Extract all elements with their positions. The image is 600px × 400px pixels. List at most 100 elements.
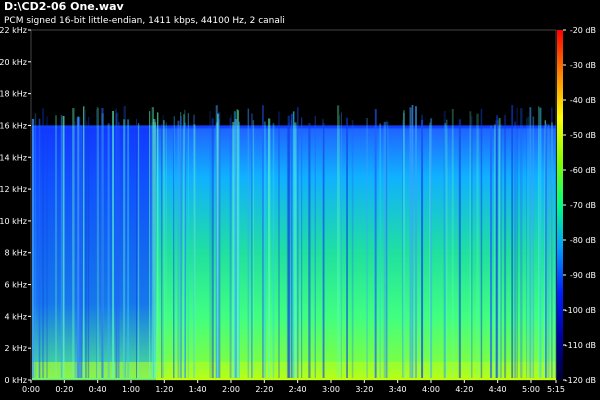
streak xyxy=(234,119,238,378)
streak xyxy=(403,110,405,378)
streak xyxy=(383,121,387,379)
streak xyxy=(555,125,557,378)
streak xyxy=(60,115,63,378)
streak xyxy=(252,120,255,378)
time-tick-label: 1:20 xyxy=(155,385,173,394)
time-tick-label: 3:20 xyxy=(355,385,373,394)
streak xyxy=(287,115,290,378)
streak xyxy=(86,120,88,379)
streak xyxy=(511,105,514,378)
streak xyxy=(451,109,454,378)
streak xyxy=(96,109,98,378)
streak xyxy=(351,120,354,378)
db-tick-label: -80 dB xyxy=(570,236,596,245)
streak xyxy=(55,115,57,379)
streak xyxy=(296,107,299,379)
streak xyxy=(77,116,80,378)
time-axis: 0:00 0:20 0:40 1:00 1:20 1:40 2:00 2:20 2:40 3:00… xyxy=(22,380,565,394)
db-tick-label: -40 dB xyxy=(570,96,596,105)
time-tick-label: 0:00 xyxy=(22,385,40,394)
streak xyxy=(301,117,303,379)
streak xyxy=(209,111,211,378)
streak xyxy=(292,111,295,379)
streak xyxy=(161,124,163,378)
streak xyxy=(458,119,461,379)
streak xyxy=(112,111,114,378)
streak xyxy=(497,120,499,379)
db-tick-label: -120 dB xyxy=(565,376,596,385)
streak xyxy=(272,123,275,378)
db-tick-label: -70 dB xyxy=(570,201,596,210)
freq-tick-label: 6 kHz xyxy=(5,281,27,290)
streak xyxy=(137,123,140,378)
streak xyxy=(532,116,535,379)
time-tick-label: 1:00 xyxy=(122,385,140,394)
streak xyxy=(32,118,35,379)
streak xyxy=(118,122,120,378)
time-tick-label: 4:20 xyxy=(455,385,473,394)
streak xyxy=(421,114,423,378)
time-tick-label: 1:40 xyxy=(189,385,207,394)
streak xyxy=(193,124,196,378)
streak xyxy=(366,118,368,378)
freq-tick-label: 14 kHz xyxy=(0,153,27,162)
time-tick-label: 4:00 xyxy=(422,385,440,394)
streak xyxy=(229,118,231,378)
streak xyxy=(151,107,154,378)
db-color-scale xyxy=(557,30,563,380)
freq-tick-label: 20 kHz xyxy=(0,58,27,67)
streak xyxy=(80,125,83,378)
streak xyxy=(115,108,117,378)
streak xyxy=(538,106,540,378)
streak xyxy=(107,123,110,378)
streak xyxy=(520,108,523,378)
time-tick-label: 2:20 xyxy=(255,385,273,394)
streak xyxy=(183,114,185,378)
streak xyxy=(471,116,473,379)
streak xyxy=(527,116,529,379)
db-axis: -20 dB -30 dB -40 dB -50 dB -60 dB -70 dB -80 … xyxy=(563,26,596,385)
streak xyxy=(136,118,137,379)
streak xyxy=(476,113,479,378)
streak xyxy=(88,116,90,379)
streak xyxy=(337,105,340,379)
streak xyxy=(34,113,37,379)
streak xyxy=(545,123,547,378)
db-tick-label: -90 dB xyxy=(570,271,596,280)
streak xyxy=(268,118,271,378)
streak xyxy=(490,125,493,379)
streak xyxy=(445,119,448,378)
streak xyxy=(177,120,180,378)
streak xyxy=(278,111,280,378)
streak xyxy=(211,118,214,379)
streak xyxy=(480,108,483,379)
streak xyxy=(123,119,126,379)
streak xyxy=(218,111,221,379)
time-tick-label: 3:40 xyxy=(389,385,407,394)
freq-tick-label: 0 kHz xyxy=(5,376,27,385)
streak xyxy=(72,108,75,378)
time-tick-label: 4:40 xyxy=(489,385,507,394)
streak xyxy=(323,122,325,379)
db-tick-label: -100 dB xyxy=(565,306,596,315)
streak xyxy=(494,124,496,379)
streak xyxy=(430,118,433,379)
streak xyxy=(516,107,518,378)
streak xyxy=(173,116,175,379)
time-tick-label: 2:40 xyxy=(289,385,307,394)
streak xyxy=(85,109,87,379)
streak xyxy=(38,118,41,378)
time-tick-label: 0:40 xyxy=(89,385,107,394)
streak xyxy=(340,112,342,379)
streak xyxy=(165,122,167,378)
streak xyxy=(547,124,550,378)
streak xyxy=(346,117,348,378)
streak xyxy=(238,121,240,379)
streak xyxy=(46,116,48,379)
freq-tick-label: 12 kHz xyxy=(0,185,27,194)
streak xyxy=(127,119,130,379)
db-tick-label: -30 dB xyxy=(570,61,596,70)
streak xyxy=(117,112,119,378)
streak xyxy=(514,121,516,378)
streak xyxy=(551,122,553,378)
